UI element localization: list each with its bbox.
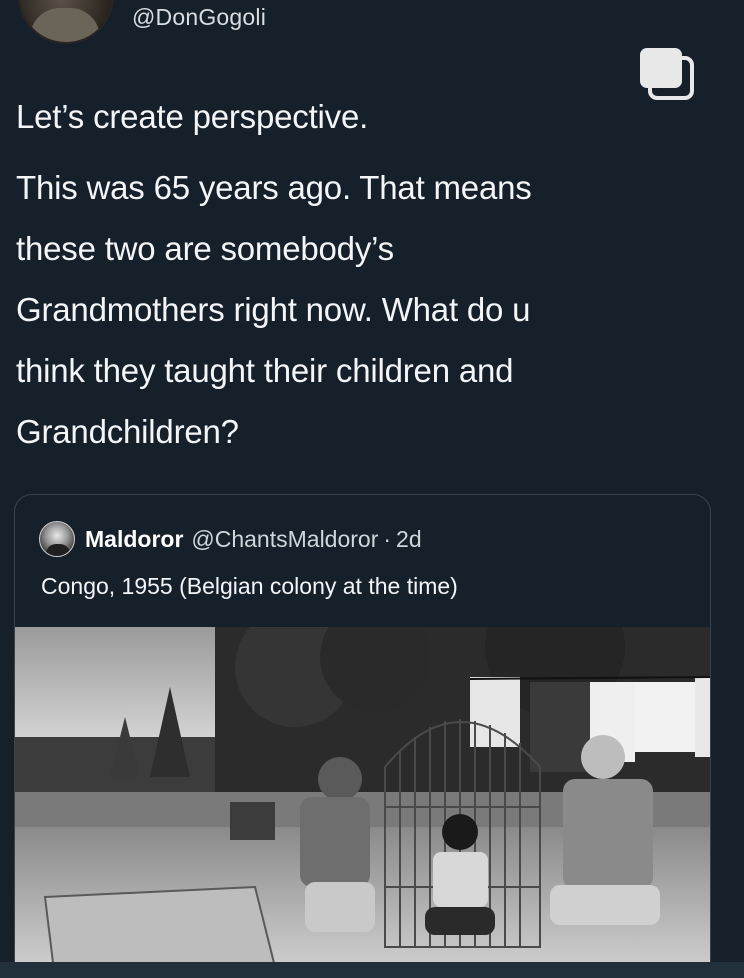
quoted-photo[interactable] [15,627,711,978]
child-body [433,852,488,907]
laundry-white [470,677,520,747]
girl-left-legs [305,882,375,932]
laundry-dark [530,682,590,772]
avatar-shirt [30,8,100,42]
girl-right-legs [550,885,660,925]
timestamp-separator: · [383,525,392,552]
bucket [230,802,275,840]
quoted-tweet-text: Congo, 1955 (Belgian colony at the time) [41,573,458,599]
laundry-white [695,677,710,757]
quoted-author-handle[interactable]: @ChantsMaldoror [191,526,378,553]
quoted-tweet-header: Maldoror @ChantsMaldoror · 2d [39,519,422,559]
bottom-bar [0,962,744,978]
quoted-tweet-card[interactable]: Maldoror @ChantsMaldoror · 2d Congo, 195… [14,494,711,978]
laundry-white [635,682,695,752]
tweet-line: Grandmothers right now. What do u [16,291,531,328]
girl-left-dress [300,797,370,887]
girl-left-head [318,757,362,801]
tweet-line: think they taught their children and [16,352,514,389]
girl-right-dress [563,779,653,889]
author-avatar[interactable] [18,0,114,44]
girl-right-head [581,735,625,779]
tweet-line: these two are somebody’s [16,230,394,267]
tweet-line: Let’s create perspective. [16,98,369,135]
child-legs [425,907,495,935]
quoted-timestamp[interactable]: 2d [396,526,422,553]
avatar-coat [46,544,70,556]
child-head [442,814,478,850]
tweet-line: Grandchildren? [16,413,239,450]
tweet-body: Let’s create perspective. This was 65 ye… [16,86,716,462]
tweet-screen: @DonGogoli Let’s create perspective. Thi… [0,0,744,978]
author-handle[interactable]: @DonGogoli [132,4,266,31]
tweet-line: This was 65 years ago. That means [16,169,532,206]
quoted-author-name[interactable]: Maldoror [85,526,183,553]
quoted-author-avatar[interactable] [39,521,75,557]
